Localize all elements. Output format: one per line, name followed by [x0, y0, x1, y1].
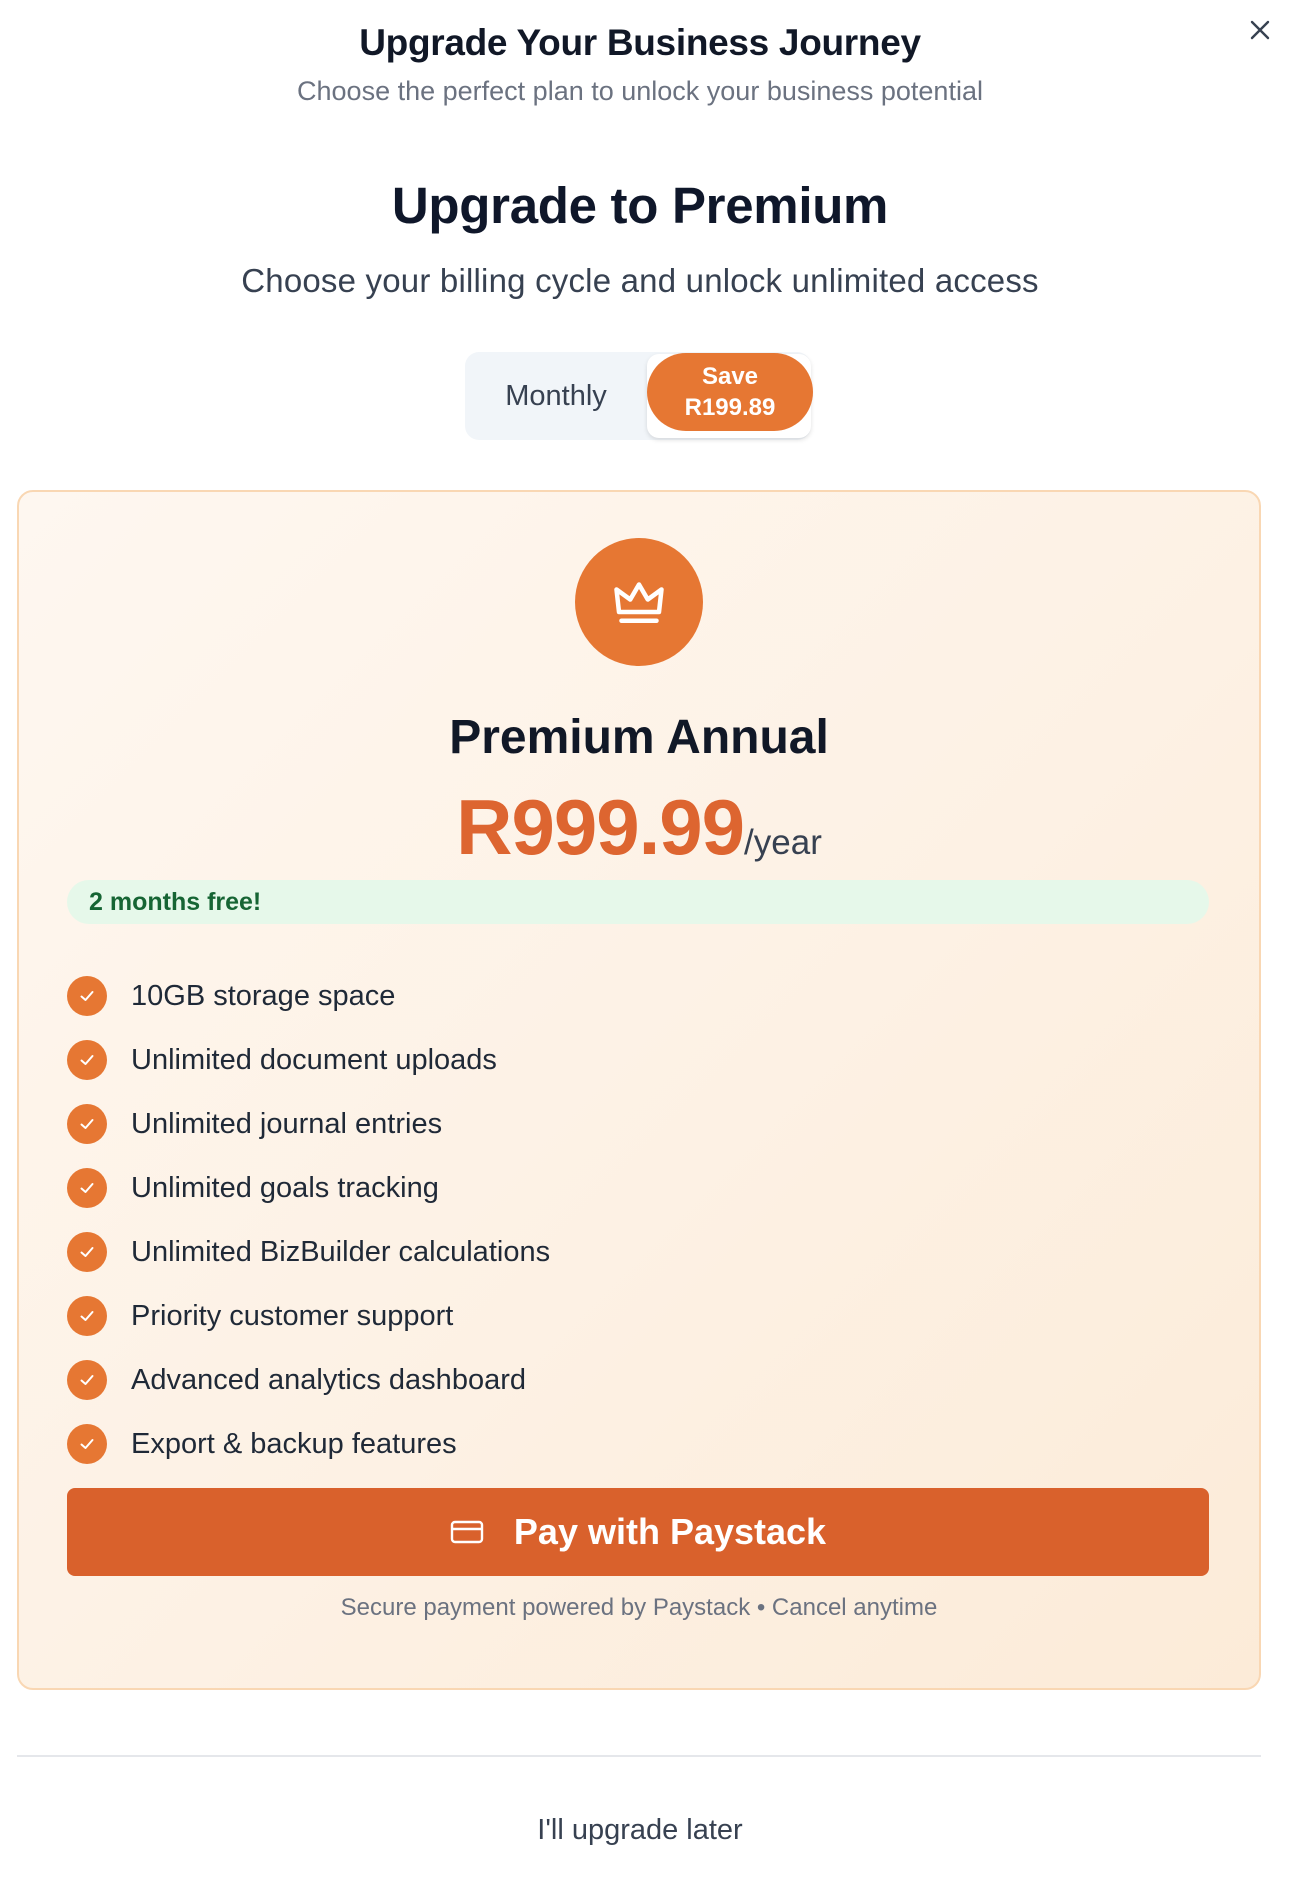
annual-option[interactable]: Save R199.89	[647, 353, 813, 438]
feature-item: Unlimited document uploads	[67, 1028, 550, 1092]
monthly-option[interactable]: Monthly	[465, 352, 647, 440]
section-title: Upgrade to Premium	[391, 177, 889, 234]
modal-title: Upgrade Your Business Journey	[359, 22, 921, 63]
feature-item: Export & backup features	[67, 1412, 550, 1476]
credit-card-icon	[450, 1519, 484, 1545]
check-icon	[67, 1168, 107, 1208]
feature-label: Export & backup features	[131, 1427, 457, 1460]
feature-label: 10GB storage space	[131, 979, 396, 1012]
crown-icon	[614, 582, 664, 623]
feature-item: Unlimited BizBuilder calculations	[67, 1220, 550, 1284]
modal-subtitle: Choose the perfect plan to unlock your b…	[297, 76, 983, 106]
feature-label: Unlimited BizBuilder calculations	[131, 1235, 551, 1268]
secure-payment-note: Secure payment powered by Paystack • Can…	[340, 1594, 938, 1621]
free-months-badge: 2 months free!	[67, 880, 1209, 924]
feature-label: Advanced analytics dashboard	[131, 1363, 526, 1396]
plan-name: Premium Annual	[449, 711, 829, 764]
divider	[17, 1755, 1261, 1757]
feature-item: Unlimited goals tracking	[67, 1156, 550, 1220]
save-badge: Save R199.89	[647, 353, 813, 431]
check-icon	[67, 1232, 107, 1272]
feature-label: Priority customer support	[131, 1299, 454, 1332]
pay-button-label: Pay with Paystack	[513, 1511, 827, 1552]
feature-item: 10GB storage space	[67, 964, 550, 1028]
check-icon	[67, 1360, 107, 1400]
plan-period: /year	[744, 823, 822, 862]
pay-with-paystack-button[interactable]: Pay with Paystack	[67, 1488, 1209, 1576]
check-icon	[67, 1424, 107, 1464]
feature-label: Unlimited goals tracking	[131, 1171, 439, 1204]
crown-badge	[575, 538, 703, 666]
premium-plan-card: Premium Annual R999.99/year 2 months fre…	[17, 490, 1261, 1690]
plan-price: R999.99	[456, 783, 745, 871]
save-label: Save	[701, 362, 759, 390]
check-icon	[67, 976, 107, 1016]
save-amount: R199.89	[684, 394, 776, 421]
check-icon	[67, 1104, 107, 1144]
feature-label: Unlimited document uploads	[131, 1043, 497, 1076]
billing-cycle-toggle: Monthly Save R199.89	[465, 352, 813, 440]
section-subtitle: Choose your billing cycle and unlock unl…	[241, 262, 1039, 299]
feature-item: Priority customer support	[67, 1284, 550, 1348]
check-icon	[67, 1040, 107, 1080]
price-row: R999.99/year	[19, 782, 1259, 873]
upgrade-later-button[interactable]: I'll upgrade later	[440, 1800, 840, 1860]
feature-item: Advanced analytics dashboard	[67, 1348, 550, 1412]
feature-label: Unlimited journal entries	[131, 1107, 443, 1140]
check-icon	[67, 1296, 107, 1336]
feature-item: Unlimited journal entries	[67, 1092, 550, 1156]
feature-list: 10GB storage space Unlimited document up…	[67, 964, 550, 1476]
